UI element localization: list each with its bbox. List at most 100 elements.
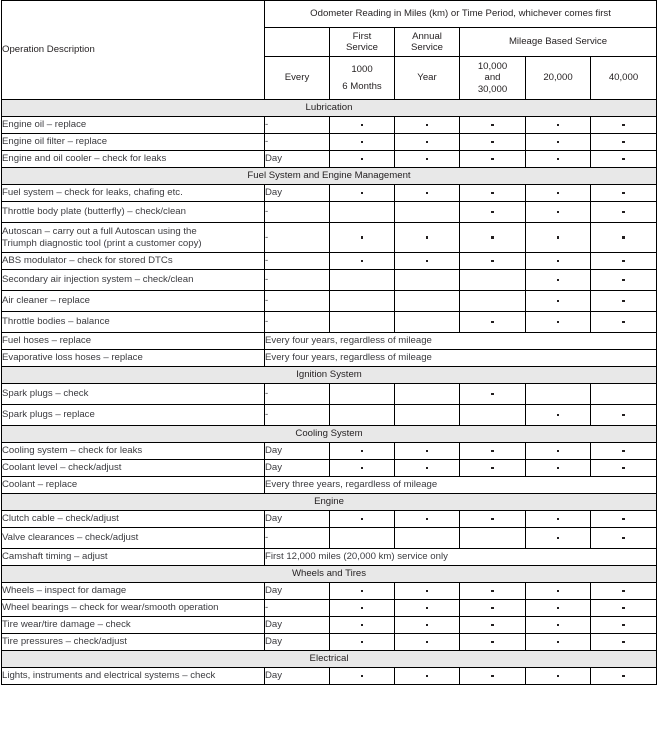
service-mark-first-service <box>329 201 395 223</box>
service-mark-mileage-40000 <box>589 269 657 291</box>
service-mark-annual-service <box>394 510 460 528</box>
schedule-note-cell: First 12,000 miles (20,000 km) service o… <box>263 548 657 566</box>
header-group-annual-service: Annual Service <box>394 27 460 57</box>
service-mark-annual-service <box>394 116 460 134</box>
service-dot-icon <box>360 123 364 127</box>
service-mark-annual-service <box>394 383 460 405</box>
header-group-annual-service-line1: Annual <box>412 30 442 42</box>
every-interval-cell: - <box>264 290 330 312</box>
service-mark-mileage-40000 <box>589 201 657 223</box>
service-mark-annual-service <box>394 201 460 223</box>
service-dot-icon <box>622 640 625 644</box>
service-mark-mileage-10000-30000 <box>459 459 526 477</box>
service-mark-mileage-10000-30000 <box>459 116 526 134</box>
every-interval-cell: - <box>264 116 330 134</box>
service-mark-mileage-40000 <box>589 252 657 270</box>
service-mark-annual-service <box>394 133 460 151</box>
table-row: Engine and oil cooler – check for leaks D… <box>1 150 657 168</box>
service-mark-mileage-10000-30000 <box>459 184 526 202</box>
service-dot-icon <box>425 259 429 263</box>
service-mark-first-service <box>329 184 395 202</box>
service-mark-first-service <box>329 442 395 460</box>
every-interval-cell: Day <box>264 442 330 460</box>
section-header-row: Cooling System <box>0 425 657 443</box>
service-dot-icon <box>360 589 364 593</box>
service-dot-icon <box>491 674 494 678</box>
service-dot-icon <box>556 140 560 144</box>
service-dot-icon <box>491 623 494 627</box>
service-mark-mileage-10000-30000 <box>459 404 526 426</box>
service-mark-mileage-10000-30000 <box>459 252 526 270</box>
service-mark-mileage-40000 <box>589 582 657 600</box>
operation-description-cell: Air cleaner – replace <box>1 290 265 312</box>
service-mark-mileage-10000-30000 <box>459 311 526 333</box>
service-dot-icon <box>556 278 560 282</box>
service-dot-icon <box>360 259 364 263</box>
service-dot-icon <box>425 623 429 627</box>
service-mark-first-service <box>329 599 395 617</box>
service-dot-icon <box>556 299 560 303</box>
service-mark-mileage-20000 <box>525 510 591 528</box>
every-interval-cell: - <box>264 201 330 223</box>
service-mark-mileage-10000-30000 <box>459 222 526 253</box>
service-mark-mileage-20000 <box>525 459 591 477</box>
service-dot-icon <box>556 157 560 161</box>
service-dot-icon <box>360 640 364 644</box>
operation-description-cell: Wheel bearings – check for wear/smooth o… <box>1 599 265 617</box>
every-interval-cell: - <box>264 383 330 405</box>
service-mark-mileage-20000 <box>525 290 591 312</box>
table-row: Cooling system – check for leaks Day <box>1 442 657 460</box>
service-mark-first-service <box>329 133 395 151</box>
header-group-first-service-line2: Service <box>346 42 378 53</box>
service-mark-mileage-10000-30000 <box>459 510 526 528</box>
every-interval-cell: - <box>264 252 330 270</box>
table-row: Tire pressures – check/adjust Day <box>1 633 657 651</box>
service-mark-annual-service <box>394 252 460 270</box>
service-mark-first-service <box>329 527 395 549</box>
service-mark-mileage-40000 <box>589 133 657 151</box>
service-mark-first-service <box>329 290 395 312</box>
every-interval-cell: - <box>264 404 330 426</box>
service-dot-icon <box>491 606 494 610</box>
every-interval-cell: Day <box>264 633 330 651</box>
service-mark-mileage-20000 <box>525 252 591 270</box>
service-mark-first-service <box>329 459 395 477</box>
service-mark-first-service <box>329 404 395 426</box>
service-dot-icon <box>360 623 364 627</box>
service-dot-icon <box>622 466 625 470</box>
service-mark-annual-service <box>394 667 460 685</box>
operation-description-cell: Evaporative loss hoses – replace <box>1 349 265 367</box>
table-row: Wheel bearings – check for wear/smooth o… <box>1 599 657 617</box>
service-dot-icon <box>622 191 625 195</box>
service-dot-icon <box>360 606 364 610</box>
section-title: Lubrication <box>0 99 657 117</box>
service-dot-icon <box>491 140 494 144</box>
service-dot-icon <box>491 157 494 161</box>
service-mark-mileage-10000-30000 <box>459 667 526 685</box>
service-mark-mileage-40000 <box>589 222 657 253</box>
section-header-row: Lubrication <box>0 99 657 117</box>
service-dot-icon <box>556 536 560 540</box>
table-row: Engine oil – replace - <box>1 116 657 134</box>
service-dot-icon <box>360 236 364 239</box>
service-dot-icon <box>425 449 429 453</box>
service-mark-mileage-20000 <box>525 269 591 291</box>
service-mark-mileage-20000 <box>525 150 591 168</box>
table-row: Throttle body plate (butterfly) – check/… <box>1 201 657 223</box>
service-mark-mileage-20000 <box>525 116 591 134</box>
service-dot-icon <box>556 674 560 678</box>
service-dot-icon <box>360 517 364 521</box>
service-dot-icon <box>425 466 429 470</box>
operation-description-cell: Coolant level – check/adjust <box>1 459 265 477</box>
service-dot-icon <box>491 259 494 263</box>
service-mark-annual-service <box>394 269 460 291</box>
service-mark-mileage-10000-30000 <box>459 527 526 549</box>
operation-description-cell: Lights, instruments and electrical syste… <box>1 667 265 685</box>
every-interval-cell: Day <box>264 616 330 634</box>
service-dot-icon <box>425 517 429 521</box>
service-dot-icon <box>622 449 625 453</box>
service-dot-icon <box>556 123 560 127</box>
service-mark-first-service <box>329 269 395 291</box>
operation-description-cell: Engine oil filter – replace <box>1 133 265 151</box>
table-row: Wheels – inspect for damage Day <box>1 582 657 600</box>
